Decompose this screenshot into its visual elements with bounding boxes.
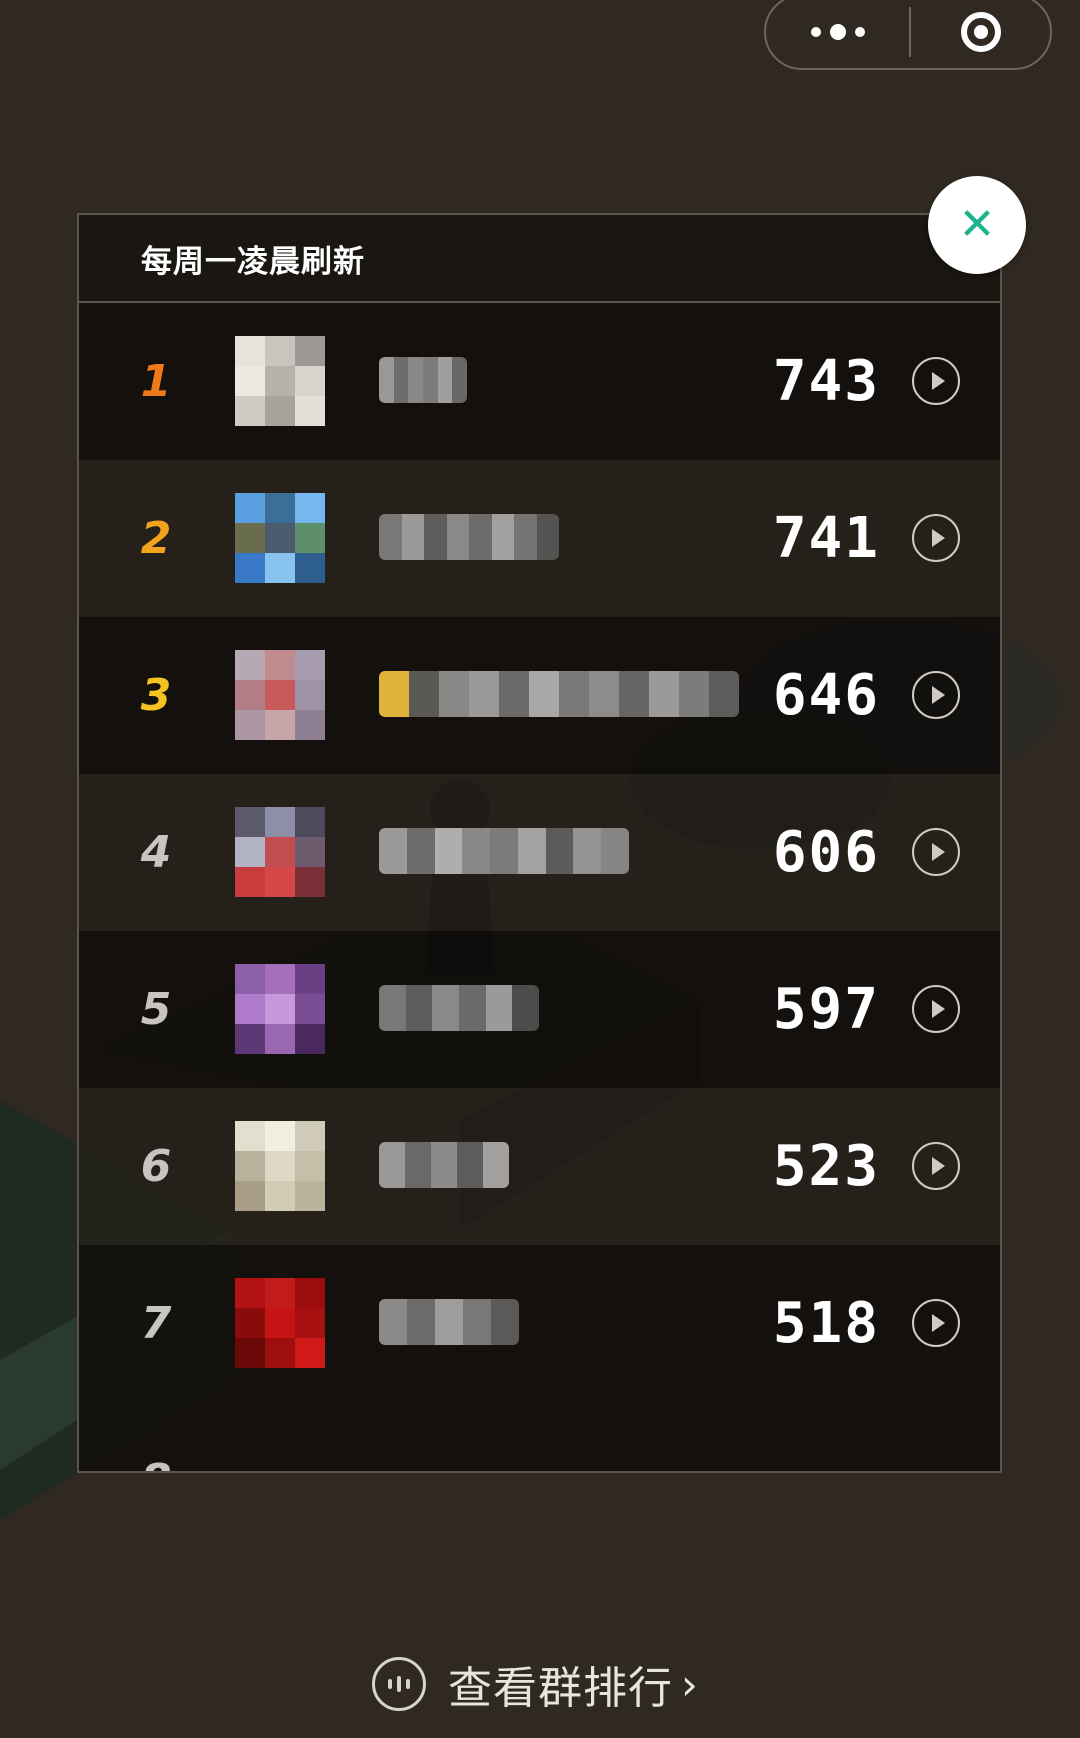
score: 741 — [772, 506, 880, 571]
avatar — [235, 650, 325, 740]
target-icon[interactable] — [911, 12, 1050, 52]
leaderboard-row[interactable]: 4 606 — [79, 774, 1000, 931]
play-replay-icon[interactable] — [912, 357, 960, 405]
play-replay-icon[interactable] — [912, 514, 960, 562]
player-name-blurred — [379, 1299, 519, 1345]
view-group-rank-label: 查看群排行 — [448, 1663, 673, 1714]
play-replay-icon[interactable] — [912, 671, 960, 719]
rank-number: 1 — [140, 356, 172, 407]
score: 518 — [772, 1291, 880, 1356]
panel-header: 每周一凌晨刷新 — [79, 215, 1000, 303]
avatar — [235, 964, 325, 1054]
bar-chart-icon — [372, 1657, 426, 1711]
leaderboard-row[interactable]: 7 518 — [79, 1245, 1000, 1402]
score: 646 — [772, 663, 880, 728]
player-name-blurred — [379, 357, 467, 403]
player-name-blurred — [379, 671, 739, 717]
play-replay-icon[interactable] — [912, 985, 960, 1033]
avatar — [235, 493, 325, 583]
avatar — [235, 1121, 325, 1211]
rank-number: 8 — [131, 1402, 181, 1471]
player-name-blurred — [379, 985, 539, 1031]
rank-number: 2 — [140, 513, 172, 564]
player-name-blurred — [379, 1142, 509, 1188]
chevron-right-icon: › — [681, 1659, 698, 1709]
view-group-rank-button[interactable]: 查看群排行 › — [372, 1650, 698, 1718]
leaderboard-row[interactable]: 2 741 — [79, 460, 1000, 617]
leaderboard-row[interactable]: 5 597 — [79, 931, 1000, 1088]
leaderboard-list[interactable]: 17432741364646065597652375188 — [79, 303, 1000, 1471]
score: 597 — [772, 977, 880, 1042]
leaderboard-row[interactable]: 8 — [79, 1402, 1000, 1471]
play-replay-icon[interactable] — [912, 1142, 960, 1190]
mini-program-capsule — [764, 0, 1052, 70]
avatar — [235, 807, 325, 897]
player-name-blurred — [379, 828, 629, 874]
leaderboard-panel: 每周一凌晨刷新 17432741364646065597652375188 — [77, 213, 1002, 1473]
score: 523 — [772, 1134, 880, 1199]
more-dots-icon[interactable] — [766, 0, 909, 68]
rank-number: 5 — [140, 984, 172, 1035]
leaderboard-row[interactable]: 3 646 — [79, 617, 1000, 774]
leaderboard-row[interactable]: 1 743 — [79, 303, 1000, 460]
leaderboard-row[interactable]: 6 523 — [79, 1088, 1000, 1245]
score: 606 — [772, 820, 880, 885]
refresh-note: 每周一凌晨刷新 — [141, 243, 365, 280]
close-icon[interactable]: ✕ — [928, 176, 1026, 274]
rank-number: 4 — [140, 827, 172, 878]
rank-number: 7 — [140, 1298, 172, 1349]
score: 743 — [772, 349, 880, 414]
play-replay-icon[interactable] — [912, 828, 960, 876]
rank-number: 6 — [140, 1141, 172, 1192]
play-replay-icon[interactable] — [912, 1299, 960, 1347]
avatar — [235, 1278, 325, 1368]
rank-number: 3 — [140, 670, 172, 721]
player-name-blurred — [379, 514, 559, 560]
avatar — [235, 336, 325, 426]
